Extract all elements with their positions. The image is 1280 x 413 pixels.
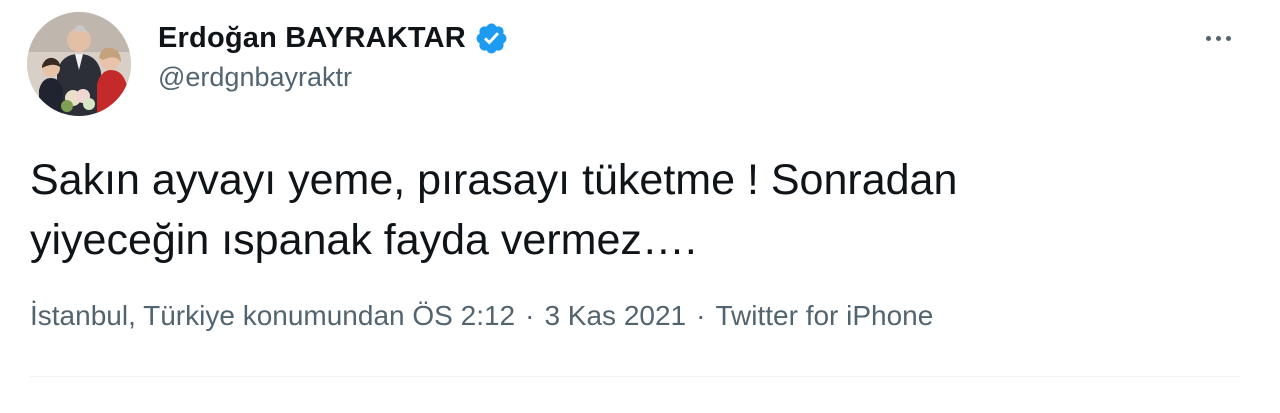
- tweet-date-link[interactable]: 3 Kas 2021: [544, 300, 686, 332]
- more-dot-icon: [1225, 35, 1231, 41]
- tweet-text: Sakın ayvayı yeme, pırasayı tüketme ! So…: [30, 156, 958, 264]
- meta-separator: ·: [525, 300, 535, 331]
- meta-separator: ·: [696, 300, 706, 331]
- divider: [30, 376, 1240, 377]
- tweet-source-link[interactable]: Twitter for iPhone: [715, 300, 933, 332]
- more-dot-icon: [1215, 35, 1221, 41]
- author-name-row[interactable]: Erdoğan BAYRAKTAR: [158, 18, 509, 58]
- tweet-meta: İstanbul, Türkiye konumundan ÖS 2:12 · 3…: [30, 300, 933, 332]
- tweet: Erdoğan BAYRAKTAR @erdgnbayraktr Sakın a…: [0, 0, 1280, 413]
- author-display-name[interactable]: Erdoğan BAYRAKTAR: [158, 22, 466, 55]
- more-options-button[interactable]: [1196, 20, 1240, 56]
- author-avatar[interactable]: [27, 12, 131, 116]
- verified-badge-icon: [476, 23, 507, 53]
- tweet-location: İstanbul, Türkiye konumundan: [30, 300, 405, 331]
- tweet-time-link[interactable]: ÖS 2:12: [412, 300, 515, 332]
- more-dot-icon: [1205, 35, 1211, 41]
- avatar-photo-icon: [27, 12, 131, 116]
- author-handle[interactable]: @erdgnbayraktr: [158, 62, 352, 93]
